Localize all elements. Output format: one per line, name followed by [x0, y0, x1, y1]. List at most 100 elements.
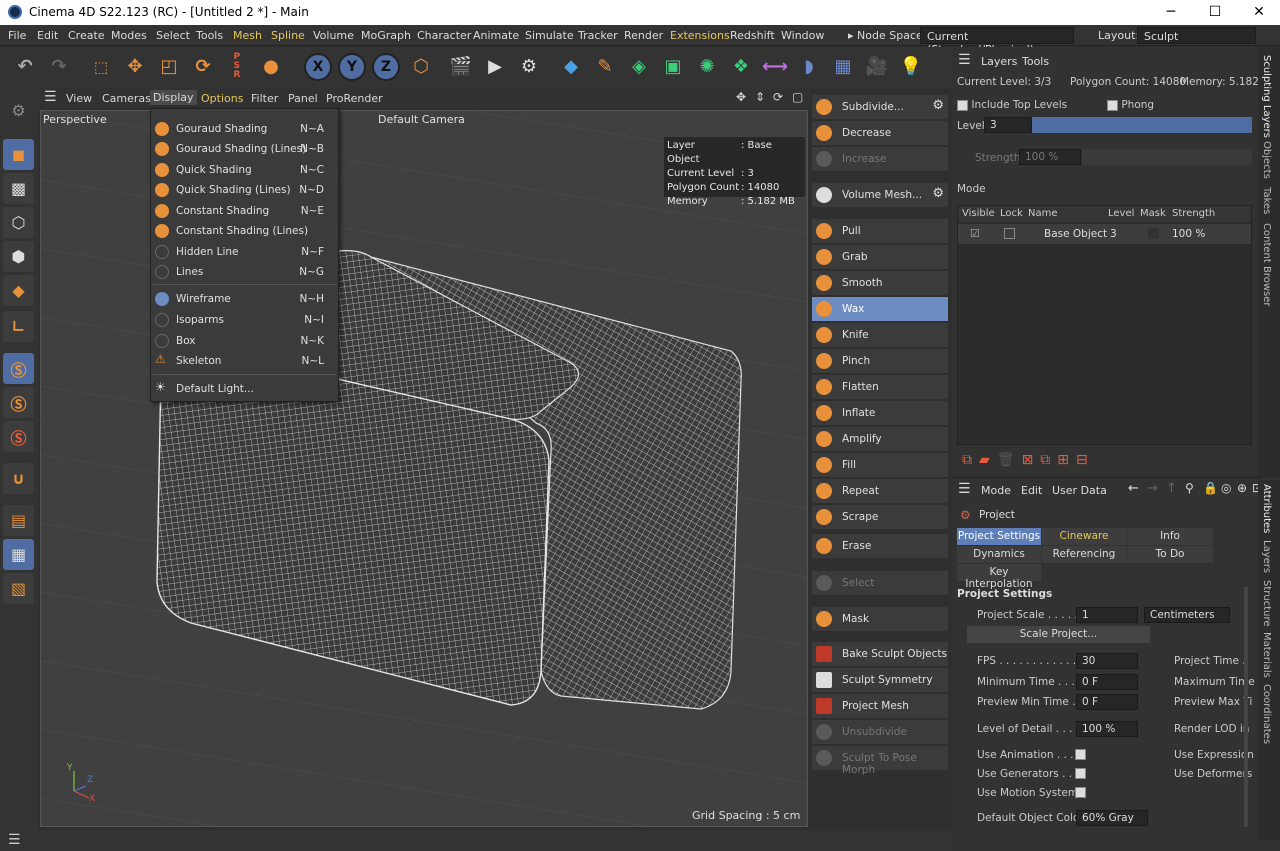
model-mode-icon[interactable]: ◼ [3, 139, 34, 170]
y-axis-icon[interactable]: Y [338, 53, 366, 81]
psr-icon[interactable]: PSR [222, 51, 252, 82]
preview-min-input[interactable]: 0 F [1076, 694, 1138, 710]
axis-mode-icon[interactable]: ∟ [3, 311, 34, 342]
undo-icon[interactable]: ↶ [10, 51, 40, 82]
sculpt-knife-button[interactable]: Knife [812, 323, 948, 347]
use-animation-checkbox[interactable] [1075, 749, 1086, 760]
add-layer-icon[interactable]: ⧉ [962, 452, 979, 468]
sculpt-project-mesh-button[interactable]: Project Mesh [812, 694, 948, 718]
vtab-layers[interactable]: Layers [1261, 540, 1272, 573]
magnet-icon[interactable]: ∪ [3, 463, 34, 494]
sculpt-erase-button[interactable]: Erase [812, 534, 948, 558]
menu-character[interactable]: Character [417, 29, 471, 42]
sculpt-smooth-button[interactable]: Smooth [812, 271, 948, 295]
min-time-input[interactable]: 0 F [1076, 674, 1138, 690]
lod-input[interactable]: 100 % [1076, 721, 1138, 737]
project-scale-input[interactable]: 1 [1076, 607, 1138, 623]
cloner-icon[interactable]: ❖ [726, 51, 756, 82]
viewport-nav-zoom-icon[interactable]: ⇕ [755, 90, 765, 104]
vtab-content-browser[interactable]: Content Browser [1261, 223, 1272, 306]
snap-quantize-icon[interactable]: Ⓢ [3, 421, 34, 452]
viewport-nav-rotate-icon[interactable]: ⟳ [773, 90, 783, 104]
sculpt-increase-button[interactable]: Increase [812, 147, 948, 171]
hamburger-icon[interactable]: ☰ [958, 481, 971, 497]
field-icon[interactable]: ◗ [794, 51, 824, 82]
menu-item-box[interactable]: Box N~K [151, 331, 338, 351]
tab-cineware[interactable]: Cineware [1042, 528, 1126, 545]
vtab-coordinates[interactable]: Coordinates [1261, 684, 1272, 744]
floor-icon[interactable]: ▦ [828, 51, 858, 82]
delete-layer-icon[interactable]: 🗑 [997, 452, 1022, 468]
render-view-icon[interactable]: 🎬 [446, 51, 476, 82]
sculpt-pull-button[interactable]: Pull [812, 219, 948, 243]
vtab-takes[interactable]: Takes [1261, 187, 1272, 214]
attributes-scrollbar[interactable] [1244, 587, 1248, 827]
copy-layer-icon[interactable]: ⧉ [1040, 452, 1057, 468]
tab-layers[interactable]: Layers [981, 55, 1017, 68]
vtab-materials[interactable]: Materials [1261, 632, 1272, 678]
tab-info[interactable]: Info [1127, 528, 1213, 545]
polygons-mode-icon[interactable]: ◆ [3, 275, 34, 306]
render-picture-viewer-icon[interactable]: ▶ [480, 51, 510, 82]
layout-dropdown[interactable]: Sculpt [1137, 27, 1256, 44]
tab-dynamics[interactable]: Dynamics [957, 546, 1041, 563]
menu-tracker[interactable]: Tracker [578, 29, 618, 42]
sculpt-select-button[interactable]: Select [812, 571, 948, 595]
scale-project-button[interactable]: Scale Project... [967, 626, 1150, 643]
viewport-menu-prorender[interactable]: ProRender [326, 92, 383, 105]
default-color-dropdown[interactable]: 60% Gray [1076, 810, 1148, 826]
snap-settings-icon[interactable]: Ⓢ [3, 387, 34, 418]
sculpt-amplify-button[interactable]: Amplify [812, 427, 948, 451]
phong-toggle[interactable]: Phong [1107, 99, 1154, 111]
mask-checkbox[interactable] [1148, 228, 1159, 239]
extrude-icon[interactable]: ▣ [658, 51, 688, 82]
sculpt-repeat-button[interactable]: Repeat [812, 479, 948, 503]
menu-extensions[interactable]: Extensions [670, 29, 730, 42]
menu-item-gouraud-lines[interactable]: Gouraud Shading (Lines) N~B [151, 139, 338, 159]
menu-modes[interactable]: Modes [111, 29, 147, 42]
use-motion-checkbox[interactable] [1075, 787, 1086, 798]
sculpt-decrease-button[interactable]: Decrease [812, 121, 948, 145]
hamburger-icon[interactable]: ☰ [44, 89, 57, 105]
up-arrow-icon[interactable]: ↑ [1166, 481, 1177, 496]
menu-item-constant[interactable]: Constant Shading N~E [151, 201, 338, 221]
deformer-icon[interactable]: ⟷ [760, 51, 790, 82]
tab-tools[interactable]: Tools [1022, 55, 1049, 68]
vtab-structure[interactable]: Structure [1261, 580, 1272, 627]
sculpt-mask-button[interactable]: Mask [812, 607, 948, 631]
level-slider[interactable] [1032, 117, 1252, 133]
viewport-nav-maximize-icon[interactable]: ▢ [792, 90, 803, 104]
sculpt-pinch-button[interactable]: Pinch [812, 349, 948, 373]
level-input[interactable]: 3 [984, 117, 1032, 133]
light-bulb-icon[interactable]: 💡 [896, 51, 926, 82]
sculpt-flatten-button[interactable]: Flatten [812, 375, 948, 399]
menu-window[interactable]: Window [781, 29, 824, 42]
scale-icon[interactable]: ◰ [154, 51, 184, 82]
include-top-checkbox[interactable] [957, 99, 968, 111]
menu-item-constant-lines[interactable]: Constant Shading (Lines) [151, 221, 338, 241]
attr-menu-mode[interactable]: Mode [981, 484, 1011, 497]
target-icon[interactable]: ◎ [1221, 481, 1231, 495]
phong-checkbox[interactable] [1107, 99, 1118, 111]
menu-create[interactable]: Create [68, 29, 105, 42]
menu-item-skeleton[interactable]: ⚠ Skeleton N~L [151, 351, 338, 371]
menu-render[interactable]: Render [624, 29, 663, 42]
z-axis-icon[interactable]: Z [372, 53, 400, 81]
tab-project-settings[interactable]: Project Settings [957, 528, 1041, 545]
gear-icon[interactable]: ⚙ [932, 98, 944, 113]
minimize-button[interactable]: ─ [1156, 2, 1186, 22]
node-space-dropdown[interactable]: Current (Standard/Physical) [920, 27, 1074, 56]
menu-redshift[interactable]: Redshift [730, 29, 775, 42]
cube-icon[interactable]: ◆ [556, 51, 586, 82]
coordinate-system-icon[interactable]: ⬡ [406, 51, 436, 82]
add-folder-icon[interactable]: ▰ [979, 452, 997, 468]
mograph-icon[interactable]: ✺ [692, 51, 722, 82]
sculpt-fill-button[interactable]: Fill [812, 453, 948, 477]
sculpt-subdivide-button[interactable]: Subdivide... ⚙ [812, 95, 948, 119]
menu-item-gouraud[interactable]: Gouraud Shading N~A [151, 119, 338, 139]
menu-item-lines[interactable]: Lines N~G [151, 262, 338, 282]
menu-item-hidden-line[interactable]: Hidden Line N~F [151, 242, 338, 262]
subdivision-icon[interactable]: ◈ [624, 51, 654, 82]
sculpt-bake-button[interactable]: Bake Sculpt Objects [812, 642, 948, 666]
maximize-button[interactable]: ☐ [1200, 2, 1230, 22]
